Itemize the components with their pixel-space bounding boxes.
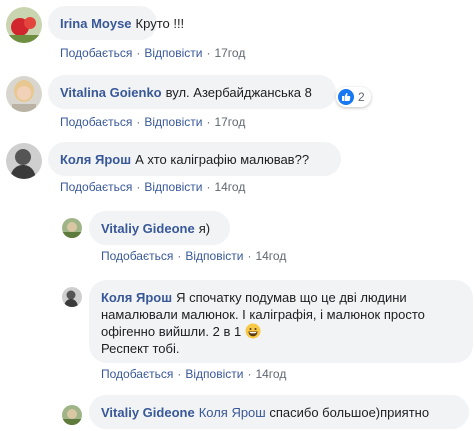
avatar[interactable] (62, 405, 82, 425)
comment-author[interactable]: Vitaliy Gideone (101, 405, 195, 420)
comment-time[interactable]: 17год (214, 115, 245, 129)
comment-time[interactable]: 14год (214, 180, 245, 194)
like-icon (338, 89, 354, 105)
comment-text: спасибо большое)приятно (269, 405, 430, 420)
comment-actions: Подобається · Відповісти · 17год (60, 115, 246, 129)
comment-bubble: Vitaliy Gideone Коля Ярош спасибо большое… (89, 395, 469, 429)
grinning-face-icon (245, 323, 261, 339)
comment-time[interactable]: 14год (255, 249, 286, 263)
comment-bubble: Коля Ярош А хто каліграфію малював?? (48, 142, 341, 176)
like-button[interactable]: Подобається (60, 115, 132, 129)
avatar[interactable] (6, 7, 42, 43)
comment-actions: Подобається · Відповісти · 14год (101, 249, 287, 263)
reply-button[interactable]: Відповісти (144, 180, 202, 194)
comment-actions: Подобається · Відповісти · 17год (60, 46, 246, 60)
reaction-summary[interactable]: 2 (336, 87, 371, 107)
reply-button[interactable]: Відповісти (144, 115, 202, 129)
comment-actions: Подобається · Відповісти · 14год (101, 367, 287, 381)
comment-bubble: Vitaliy Gideone я) (89, 211, 230, 245)
like-button[interactable]: Подобається (101, 249, 173, 263)
comment-author[interactable]: Vitaliy Gideone (101, 221, 195, 236)
avatar[interactable] (6, 143, 42, 179)
comment-author[interactable]: Коля Ярош (60, 152, 131, 167)
like-button[interactable]: Подобається (60, 46, 132, 60)
reply-button[interactable]: Відповісти (185, 249, 243, 263)
comment-time[interactable]: 14год (255, 367, 286, 381)
comment-bubble: Vitalina Goienko вул. Азербайджанська 8 (48, 75, 336, 109)
comment-text: я) (198, 221, 211, 236)
comment-text: А хто каліграфію малював?? (135, 152, 310, 167)
comment-author[interactable]: Vitalina Goienko (60, 85, 162, 100)
comment-bubble: Irina Moyse Круто !!! (48, 6, 184, 40)
mention-link[interactable]: Коля Ярош (199, 405, 266, 420)
avatar[interactable] (62, 287, 82, 307)
comment-text-line2: Респект тобі. (101, 341, 180, 356)
reaction-count: 2 (358, 90, 365, 104)
like-button[interactable]: Подобається (101, 367, 173, 381)
avatar[interactable] (6, 76, 42, 112)
comment-bubble: Коля Ярош Я спочатку подумав що це дві лю… (89, 280, 473, 363)
comment-author[interactable]: Коля Ярош (101, 290, 172, 305)
like-button[interactable]: Подобається (60, 180, 132, 194)
reply-button[interactable]: Відповісти (185, 367, 243, 381)
reply-button[interactable]: Відповісти (144, 46, 202, 60)
comment-time[interactable]: 17год (214, 46, 245, 60)
comment-text: вул. Азербайджанська 8 (165, 85, 312, 100)
comment-text: Круто !!! (135, 16, 185, 31)
comment-actions: Подобається · Відповісти · 14год (60, 180, 246, 194)
avatar[interactable] (62, 218, 82, 238)
comment-author[interactable]: Irina Moyse (60, 16, 132, 31)
